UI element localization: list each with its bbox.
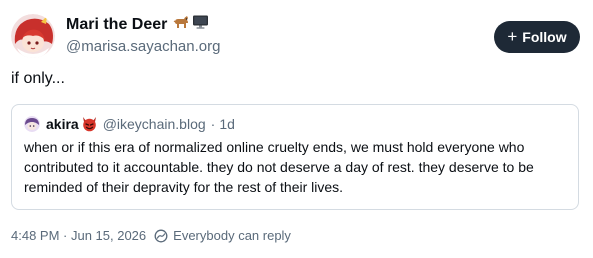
author-display-name[interactable]: Mari the Deer — [66, 14, 209, 36]
author-name-text: Mari the Deer — [66, 16, 168, 33]
quote-body-text: when or if this era of normalized online… — [24, 139, 534, 195]
post-text: if only... — [11, 70, 65, 87]
quoted-post-card[interactable]: akira @ikeychain.blog · 1d when or if th… — [11, 104, 579, 210]
quote-header: akira @ikeychain.blog · 1d — [24, 115, 235, 133]
quote-author-avatar[interactable] — [24, 116, 40, 132]
author-handle[interactable]: @marisa.sayachan.org — [66, 38, 220, 56]
quote-author-handle[interactable]: @ikeychain.blog — [103, 115, 206, 133]
follow-button-label: Follow — [522, 29, 567, 45]
computer-emoji — [192, 14, 209, 36]
quote-author-name[interactable]: akira — [46, 115, 79, 133]
author-avatar[interactable] — [11, 14, 55, 58]
dog-emoji — [173, 14, 190, 36]
plus-icon: + — [507, 26, 518, 46]
quote-separator: · — [210, 116, 216, 132]
follow-button[interactable]: + Follow — [494, 21, 580, 53]
reply-restriction-icon — [154, 229, 168, 243]
post-thread: Mari the Deer @marisa.sayachan.org + Fol… — [0, 0, 593, 258]
devil-emoji — [81, 116, 98, 132]
author-name-emojis — [173, 14, 209, 36]
quote-author-name-text: akira — [46, 116, 79, 132]
reply-setting-label: Everybody can reply — [173, 228, 291, 243]
quote-time[interactable]: 1d — [219, 115, 235, 133]
reply-setting[interactable]: Everybody can reply — [154, 228, 291, 244]
post-meta: 4:48 PM · Jun 15, 2026 Everybody can rep… — [11, 228, 291, 244]
post-timestamp[interactable]: 4:48 PM · Jun 15, 2026 — [11, 228, 146, 244]
